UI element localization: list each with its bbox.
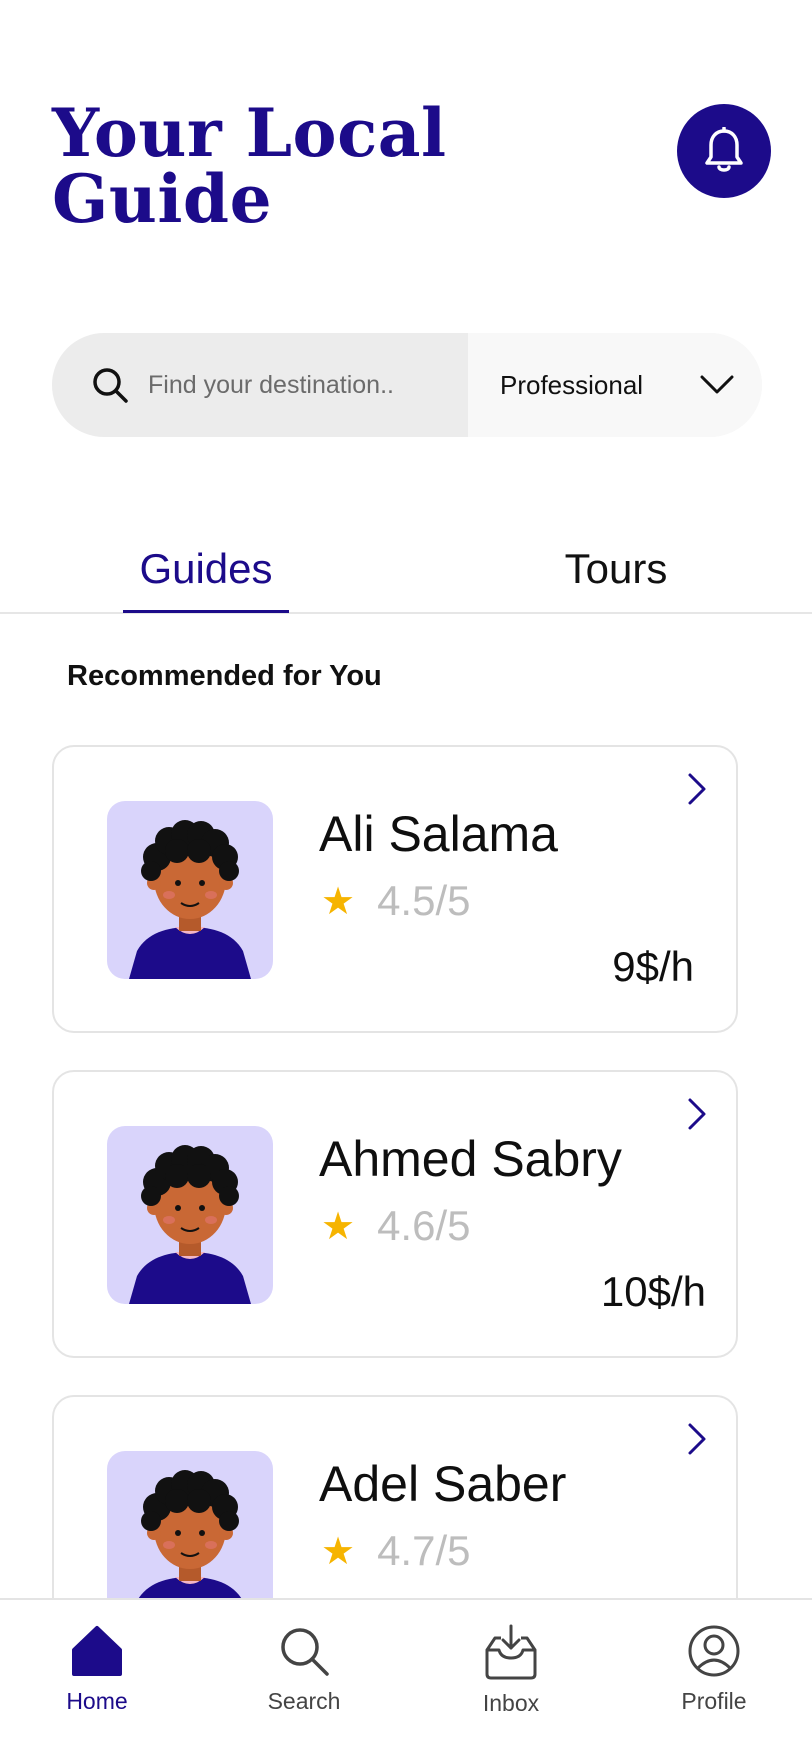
guide-avatar-illustration [129, 820, 251, 979]
search-input[interactable] [146, 369, 420, 401]
profile-icon [688, 1625, 740, 1677]
notifications-button[interactable] [677, 104, 771, 198]
guide-price: 10$/h [600, 1268, 706, 1315]
chevron-down-icon [700, 375, 734, 394]
search-bar: Professional [52, 333, 762, 437]
guide-rating: ★ 4.7/5 [319, 1527, 471, 1575]
chevron-right-icon[interactable] [682, 771, 712, 807]
rating-value: 4.6/5 [377, 1202, 471, 1249]
star-icon: ★ [321, 1530, 356, 1573]
nav-label-inbox: Inbox [482, 1690, 540, 1716]
rating-value: 4.5/5 [377, 877, 471, 924]
search-icon [93, 368, 128, 403]
chevron-right-icon[interactable] [682, 1421, 712, 1457]
rating-value: 4.7/5 [377, 1527, 471, 1574]
guide-rating: ★ 4.5/5 [319, 877, 471, 925]
guide-name: Ali Salama [319, 806, 558, 862]
chevron-right-icon[interactable] [682, 1096, 712, 1132]
star-icon: ★ [321, 880, 356, 923]
page-title: Your Local Guide [52, 100, 552, 232]
search-field[interactable] [52, 333, 468, 437]
nav-search[interactable]: Search [239, 1624, 369, 1715]
page-title-line1: Your Local [52, 94, 447, 172]
tab-bar: Guides Tours [0, 540, 812, 614]
nav-label-search: Search [267, 1688, 341, 1714]
page-title-line2: Guide [52, 160, 273, 238]
guide-avatar-illustration [129, 1145, 251, 1304]
nav-label-home: Home [66, 1688, 128, 1714]
bottom-nav: Home Search Inbox Profile [0, 1598, 812, 1760]
nav-label-profile: Profile [681, 1688, 747, 1714]
nav-inbox[interactable]: Inbox [446, 1624, 576, 1717]
tab-guides[interactable]: Guides [123, 540, 289, 613]
guide-name: Adel Saber [319, 1456, 567, 1512]
star-icon: ★ [321, 1205, 356, 1248]
bell-icon [705, 127, 743, 172]
guide-rating: ★ 4.6/5 [319, 1202, 471, 1250]
guide-price: 9$/h [612, 943, 694, 990]
category-select[interactable]: Professional [468, 333, 762, 437]
inbox-icon [485, 1624, 537, 1680]
guide-card[interactable]: Ali Salama ★ 4.5/5 9$/h [52, 745, 738, 1033]
nav-profile[interactable]: Profile [649, 1624, 779, 1715]
avatar [107, 1126, 273, 1304]
home-icon [72, 1626, 122, 1676]
section-title: Recommended for You [67, 660, 382, 692]
nav-home[interactable]: Home [32, 1624, 162, 1715]
guide-name: Ahmed Sabry [319, 1131, 622, 1187]
tab-tours[interactable]: Tours [548, 540, 684, 610]
search-icon [281, 1628, 329, 1676]
avatar [107, 801, 273, 979]
guide-card[interactable]: Ahmed Sabry ★ 4.6/5 10$/h [52, 1070, 738, 1358]
category-select-value: Professional [500, 369, 644, 400]
